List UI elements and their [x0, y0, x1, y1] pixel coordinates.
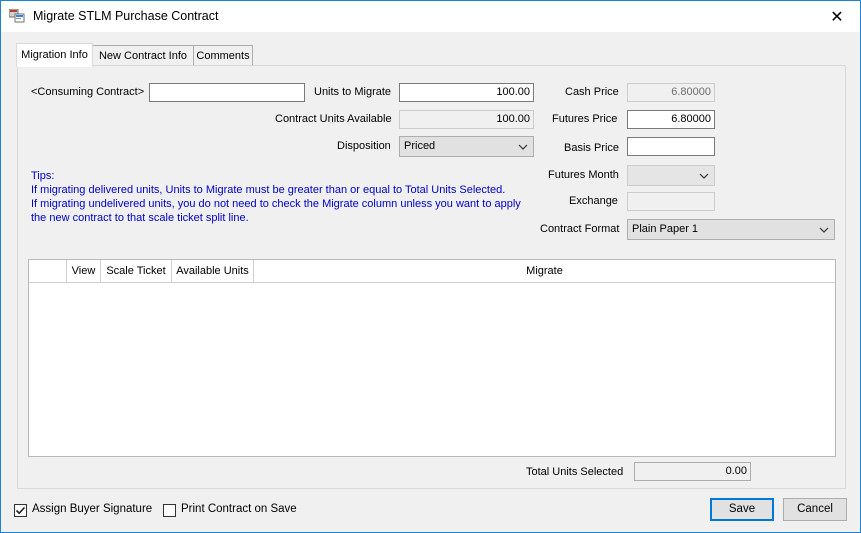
contract-units-available-label: Contract Units Available	[275, 113, 392, 125]
grid-column-header-view[interactable]: View	[67, 260, 101, 282]
print-contract-label[interactable]: Print Contract on Save	[181, 503, 297, 515]
assign-buyer-signature-checkbox[interactable]	[14, 504, 27, 517]
save-button[interactable]: Save	[710, 498, 774, 521]
disposition-value: Priced	[404, 140, 436, 152]
exchange-field	[627, 192, 715, 211]
close-icon: ✕	[830, 8, 844, 26]
basis-price-label: Basis Price	[564, 142, 620, 154]
cash-price-field: 6.80000	[627, 83, 715, 102]
window-title: Migrate STLM Purchase Contract	[33, 9, 219, 23]
chevron-down-icon	[819, 227, 829, 233]
migration-info-panel: <Consuming Contract> Units to Migrate 10…	[17, 65, 846, 489]
units-to-migrate-input[interactable]: 100.00	[399, 83, 534, 102]
grid-column-header-scale-ticket[interactable]: Scale Ticket	[101, 260, 172, 282]
contract-units-available-field: 100.00	[399, 110, 534, 129]
chevron-down-icon	[518, 144, 528, 150]
dialog-window: Migrate STLM Purchase Contract ✕ Migrati…	[0, 0, 861, 533]
units-to-migrate-label: Units to Migrate	[314, 86, 392, 98]
contract-format-value: Plain Paper 1	[632, 223, 699, 235]
grid-column-header-migrate[interactable]: Migrate	[254, 260, 835, 282]
futures-price-label: Futures Price	[552, 113, 618, 125]
basis-price-input[interactable]	[627, 137, 715, 156]
cash-price-label: Cash Price	[565, 86, 619, 98]
assign-buyer-signature-label[interactable]: Assign Buyer Signature	[32, 503, 152, 515]
grid-column-header-available-units[interactable]: Available Units	[172, 260, 254, 282]
consuming-contract-input[interactable]	[149, 83, 305, 102]
scale-ticket-grid[interactable]: View Scale Ticket Available Units Migrat…	[28, 259, 836, 457]
total-units-selected-field: 0.00	[634, 462, 751, 481]
print-contract-checkbox[interactable]	[163, 504, 176, 517]
tips-line-1: If migrating delivered units, Units to M…	[31, 184, 506, 196]
grid-header: View Scale Ticket Available Units Migrat…	[29, 260, 835, 283]
tips-title: Tips:	[31, 170, 55, 182]
futures-month-select[interactable]	[627, 165, 715, 186]
disposition-label: Disposition	[337, 140, 391, 152]
disposition-select[interactable]: Priced	[399, 136, 534, 157]
chevron-down-icon	[699, 173, 709, 179]
tab-migration-info[interactable]: Migration Info	[16, 43, 93, 67]
contract-format-label: Contract Format	[540, 223, 620, 235]
total-units-selected-label: Total Units Selected	[526, 466, 624, 478]
close-button[interactable]: ✕	[814, 1, 860, 32]
tips-line-3: the new contract to that scale ticket sp…	[31, 212, 249, 224]
cancel-button[interactable]: Cancel	[783, 498, 847, 521]
checkmark-icon	[15, 506, 26, 515]
contract-format-select[interactable]: Plain Paper 1	[627, 219, 835, 240]
tab-new-contract-info[interactable]: New Contract Info	[92, 45, 194, 66]
app-icon	[9, 9, 25, 23]
tab-comments[interactable]: Comments	[193, 45, 253, 66]
tips-text: Tips: If migrating delivered units, Unit…	[31, 169, 521, 225]
futures-price-input[interactable]: 6.80000	[627, 110, 715, 129]
consuming-contract-label[interactable]: <Consuming Contract>	[31, 86, 144, 98]
exchange-label: Exchange	[569, 195, 618, 207]
futures-month-label: Futures Month	[548, 169, 619, 181]
tips-line-2: If migrating undelivered units, you do n…	[31, 198, 521, 210]
grid-column-header-selector[interactable]	[29, 260, 67, 282]
title-bar[interactable]: Migrate STLM Purchase Contract ✕	[1, 1, 860, 32]
